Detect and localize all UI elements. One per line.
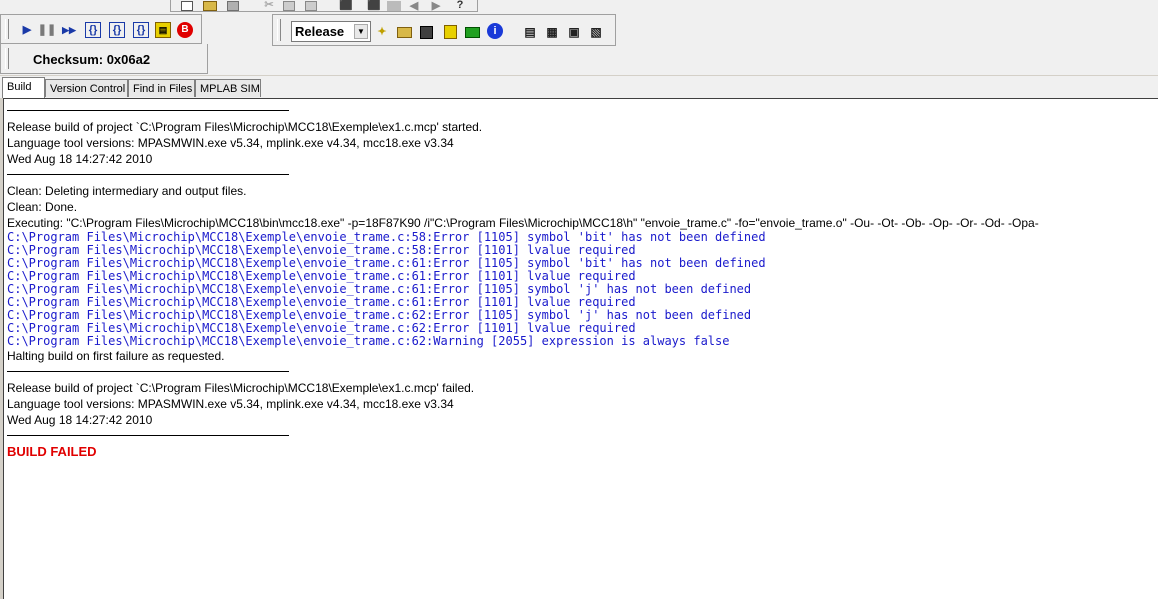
output-line: Executing: "C:\Program Files\Microchip\M…: [7, 216, 1039, 230]
output-icon[interactable]: ▦: [543, 23, 561, 41]
open-project-icon[interactable]: [395, 23, 413, 41]
output-line: Language tool versions: MPASMWIN.exe v5.…: [7, 397, 454, 411]
make-icon[interactable]: [463, 23, 481, 41]
step-into-icon[interactable]: {}: [85, 22, 101, 38]
open-folder-icon[interactable]: [203, 1, 217, 11]
chevron-down-icon[interactable]: ▼: [354, 24, 368, 39]
build-config-value: Release: [295, 24, 345, 39]
step-over-icon[interactable]: {}: [109, 22, 125, 38]
debugger-toolbar: ▶ ❚❚ ▶▶ {} {} {} ▤ B: [0, 14, 202, 44]
build-output-pane[interactable]: Release build of project `C:\Program Fil…: [3, 98, 1158, 599]
tab-label: Version Control: [50, 83, 126, 95]
run-icon[interactable]: ▶: [19, 22, 35, 38]
project-toolbar: Release ▼ ✦ i ▤ ▦ ▣ ▧: [272, 14, 616, 46]
redo-icon[interactable]: ⬛: [367, 0, 381, 11]
tab-build[interactable]: Build: [2, 77, 45, 98]
checksum-label: Checksum: 0x06a2: [33, 52, 151, 67]
build-config-select[interactable]: Release ▼: [291, 21, 371, 42]
tab-label: Build: [7, 81, 32, 93]
separator-line: [7, 110, 289, 111]
find-icon[interactable]: [387, 1, 401, 11]
forward-icon[interactable]: ▶: [429, 0, 443, 11]
info-icon[interactable]: i: [487, 23, 503, 39]
animate-icon[interactable]: ▶▶: [61, 22, 77, 38]
undo-icon[interactable]: ⬛: [339, 0, 353, 11]
toolbar-grip[interactable]: [5, 19, 9, 39]
memory-icon[interactable]: ▣: [565, 23, 583, 41]
copy-icon[interactable]: [283, 1, 295, 11]
toolbar-grip[interactable]: [277, 19, 281, 41]
new-project-icon[interactable]: ✦: [373, 23, 391, 41]
reset-icon[interactable]: ▤: [155, 22, 171, 38]
output-line: Release build of project `C:\Program Fil…: [7, 381, 475, 395]
halt-icon[interactable]: ❚❚: [38, 22, 56, 38]
warning-line[interactable]: C:\Program Files\Microchip\MCC18\Exemple…: [7, 335, 729, 348]
toolbar-area: ✂ ⬛ ⬛ ◀ ▶ ? ▶ ❚❚ ▶▶ {} {} {} ▤ B Release…: [0, 0, 1158, 75]
output-line: Clean: Done.: [7, 200, 78, 214]
save-project-icon[interactable]: [417, 23, 435, 41]
back-icon[interactable]: ◀: [407, 0, 421, 11]
output-line: Release build of project `C:\Program Fil…: [7, 120, 483, 134]
separator-line: [7, 174, 289, 175]
save-icon[interactable]: [227, 1, 239, 11]
cut-icon[interactable]: ✂: [263, 0, 275, 11]
separator-line: [7, 371, 289, 372]
output-line: Wed Aug 18 14:27:42 2010: [7, 152, 153, 166]
output-line: Clean: Deleting intermediary and output …: [7, 184, 247, 198]
tab-mplab-sim[interactable]: MPLAB SIM: [195, 79, 261, 97]
tab-label: Find in Files: [133, 83, 193, 95]
project-view-icon[interactable]: ▤: [521, 23, 539, 41]
build-icon[interactable]: [441, 23, 459, 41]
output-line: Language tool versions: MPASMWIN.exe v5.…: [7, 136, 454, 150]
output-line: Wed Aug 18 14:27:42 2010: [7, 413, 153, 427]
paste-icon[interactable]: [305, 1, 317, 11]
output-line: Halting build on first failure as reques…: [7, 349, 225, 363]
tab-version-control[interactable]: Version Control: [45, 79, 128, 97]
output-tabs: Build Version Control Find in Files MPLA…: [0, 76, 1158, 98]
toolbar-grip[interactable]: [5, 48, 9, 69]
new-file-icon[interactable]: [181, 1, 193, 11]
step-out-icon[interactable]: {}: [133, 22, 149, 38]
standard-toolbar: ✂ ⬛ ⬛ ◀ ▶ ?: [170, 0, 478, 12]
separator-line: [7, 435, 289, 436]
breakpoint-icon[interactable]: B: [177, 22, 193, 38]
tab-label: MPLAB SIM: [200, 83, 260, 95]
help-icon[interactable]: ?: [455, 0, 465, 11]
tab-find-in-files[interactable]: Find in Files: [128, 79, 195, 97]
build-failed-status: BUILD FAILED: [7, 444, 97, 459]
checksum-toolbar: Checksum: 0x06a2: [0, 44, 208, 74]
watch-icon[interactable]: ▧: [587, 23, 605, 41]
